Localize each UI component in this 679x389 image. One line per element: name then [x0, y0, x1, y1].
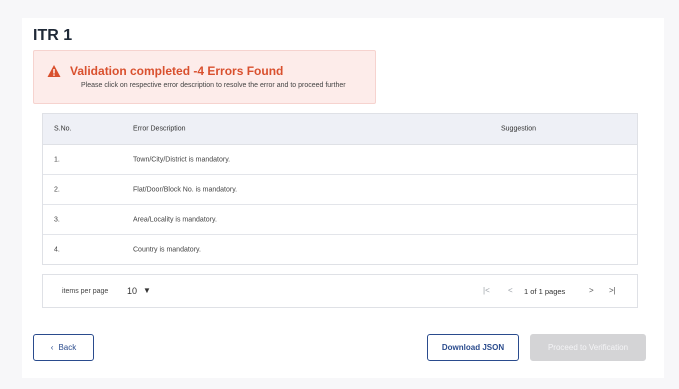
caret-down-icon[interactable]: ▼	[143, 286, 151, 295]
table-row[interactable]: 4. Country is mandatory.	[43, 235, 637, 265]
errors-table: S.No. Error Description Suggestion 1. To…	[42, 113, 638, 265]
next-page-icon[interactable]: >	[589, 286, 594, 295]
table-header: S.No. Error Description Suggestion	[43, 114, 637, 145]
header-sno: S.No.	[54, 125, 72, 133]
back-button[interactable]: ‹ Back	[33, 334, 94, 361]
table-row[interactable]: 3. Area/Locality is mandatory.	[43, 205, 637, 235]
warning-icon	[47, 65, 61, 77]
first-page-icon[interactable]: |<	[483, 286, 490, 295]
cell-sno: 3.	[54, 216, 60, 223]
error-description-link[interactable]: Town/City/District is mandatory.	[133, 156, 230, 163]
alert-subtitle: Please click on respective error descrip…	[81, 82, 346, 89]
back-button-label: Back	[58, 343, 77, 352]
page-title: ITR 1	[33, 27, 73, 44]
cell-sno: 4.	[54, 246, 60, 254]
alert-title: Validation completed -4 Errors Found	[70, 64, 284, 78]
items-per-page-label: items per page	[62, 288, 109, 295]
last-page-icon[interactable]: >|	[609, 286, 616, 295]
items-per-page-select[interactable]: 10	[127, 286, 137, 296]
validation-alert: Validation completed -4 Errors Found Ple…	[33, 50, 376, 104]
table-row[interactable]: 1. Town/City/District is mandatory.	[43, 145, 637, 175]
download-json-button[interactable]: Download JSON	[427, 334, 519, 361]
error-description-link[interactable]: Flat/Door/Block No. is mandatory.	[133, 186, 237, 193]
pages-info: 1 of 1 pages	[524, 287, 566, 296]
table-row[interactable]: 2. Flat/Door/Block No. is mandatory.	[43, 175, 637, 205]
itr-validation-card: ITR 1 Validation completed -4 Errors Fou…	[22, 18, 664, 378]
chevron-left-icon: ‹	[50, 343, 54, 352]
prev-page-icon[interactable]: <	[508, 286, 513, 295]
cell-sno: 1.	[54, 156, 60, 163]
error-description-link[interactable]: Area/Locality is mandatory.	[133, 216, 217, 223]
error-description-link[interactable]: Country is mandatory.	[133, 247, 201, 254]
pagination-bar: items per page 10 ▼ |< < 1 of 1 pages > …	[42, 274, 638, 308]
cell-sno: 2.	[54, 186, 60, 193]
proceed-to-verification-button[interactable]: Proceed to Verification	[530, 334, 646, 361]
header-suggestion: Suggestion	[501, 125, 537, 133]
header-error-description: Error Description	[133, 125, 186, 133]
